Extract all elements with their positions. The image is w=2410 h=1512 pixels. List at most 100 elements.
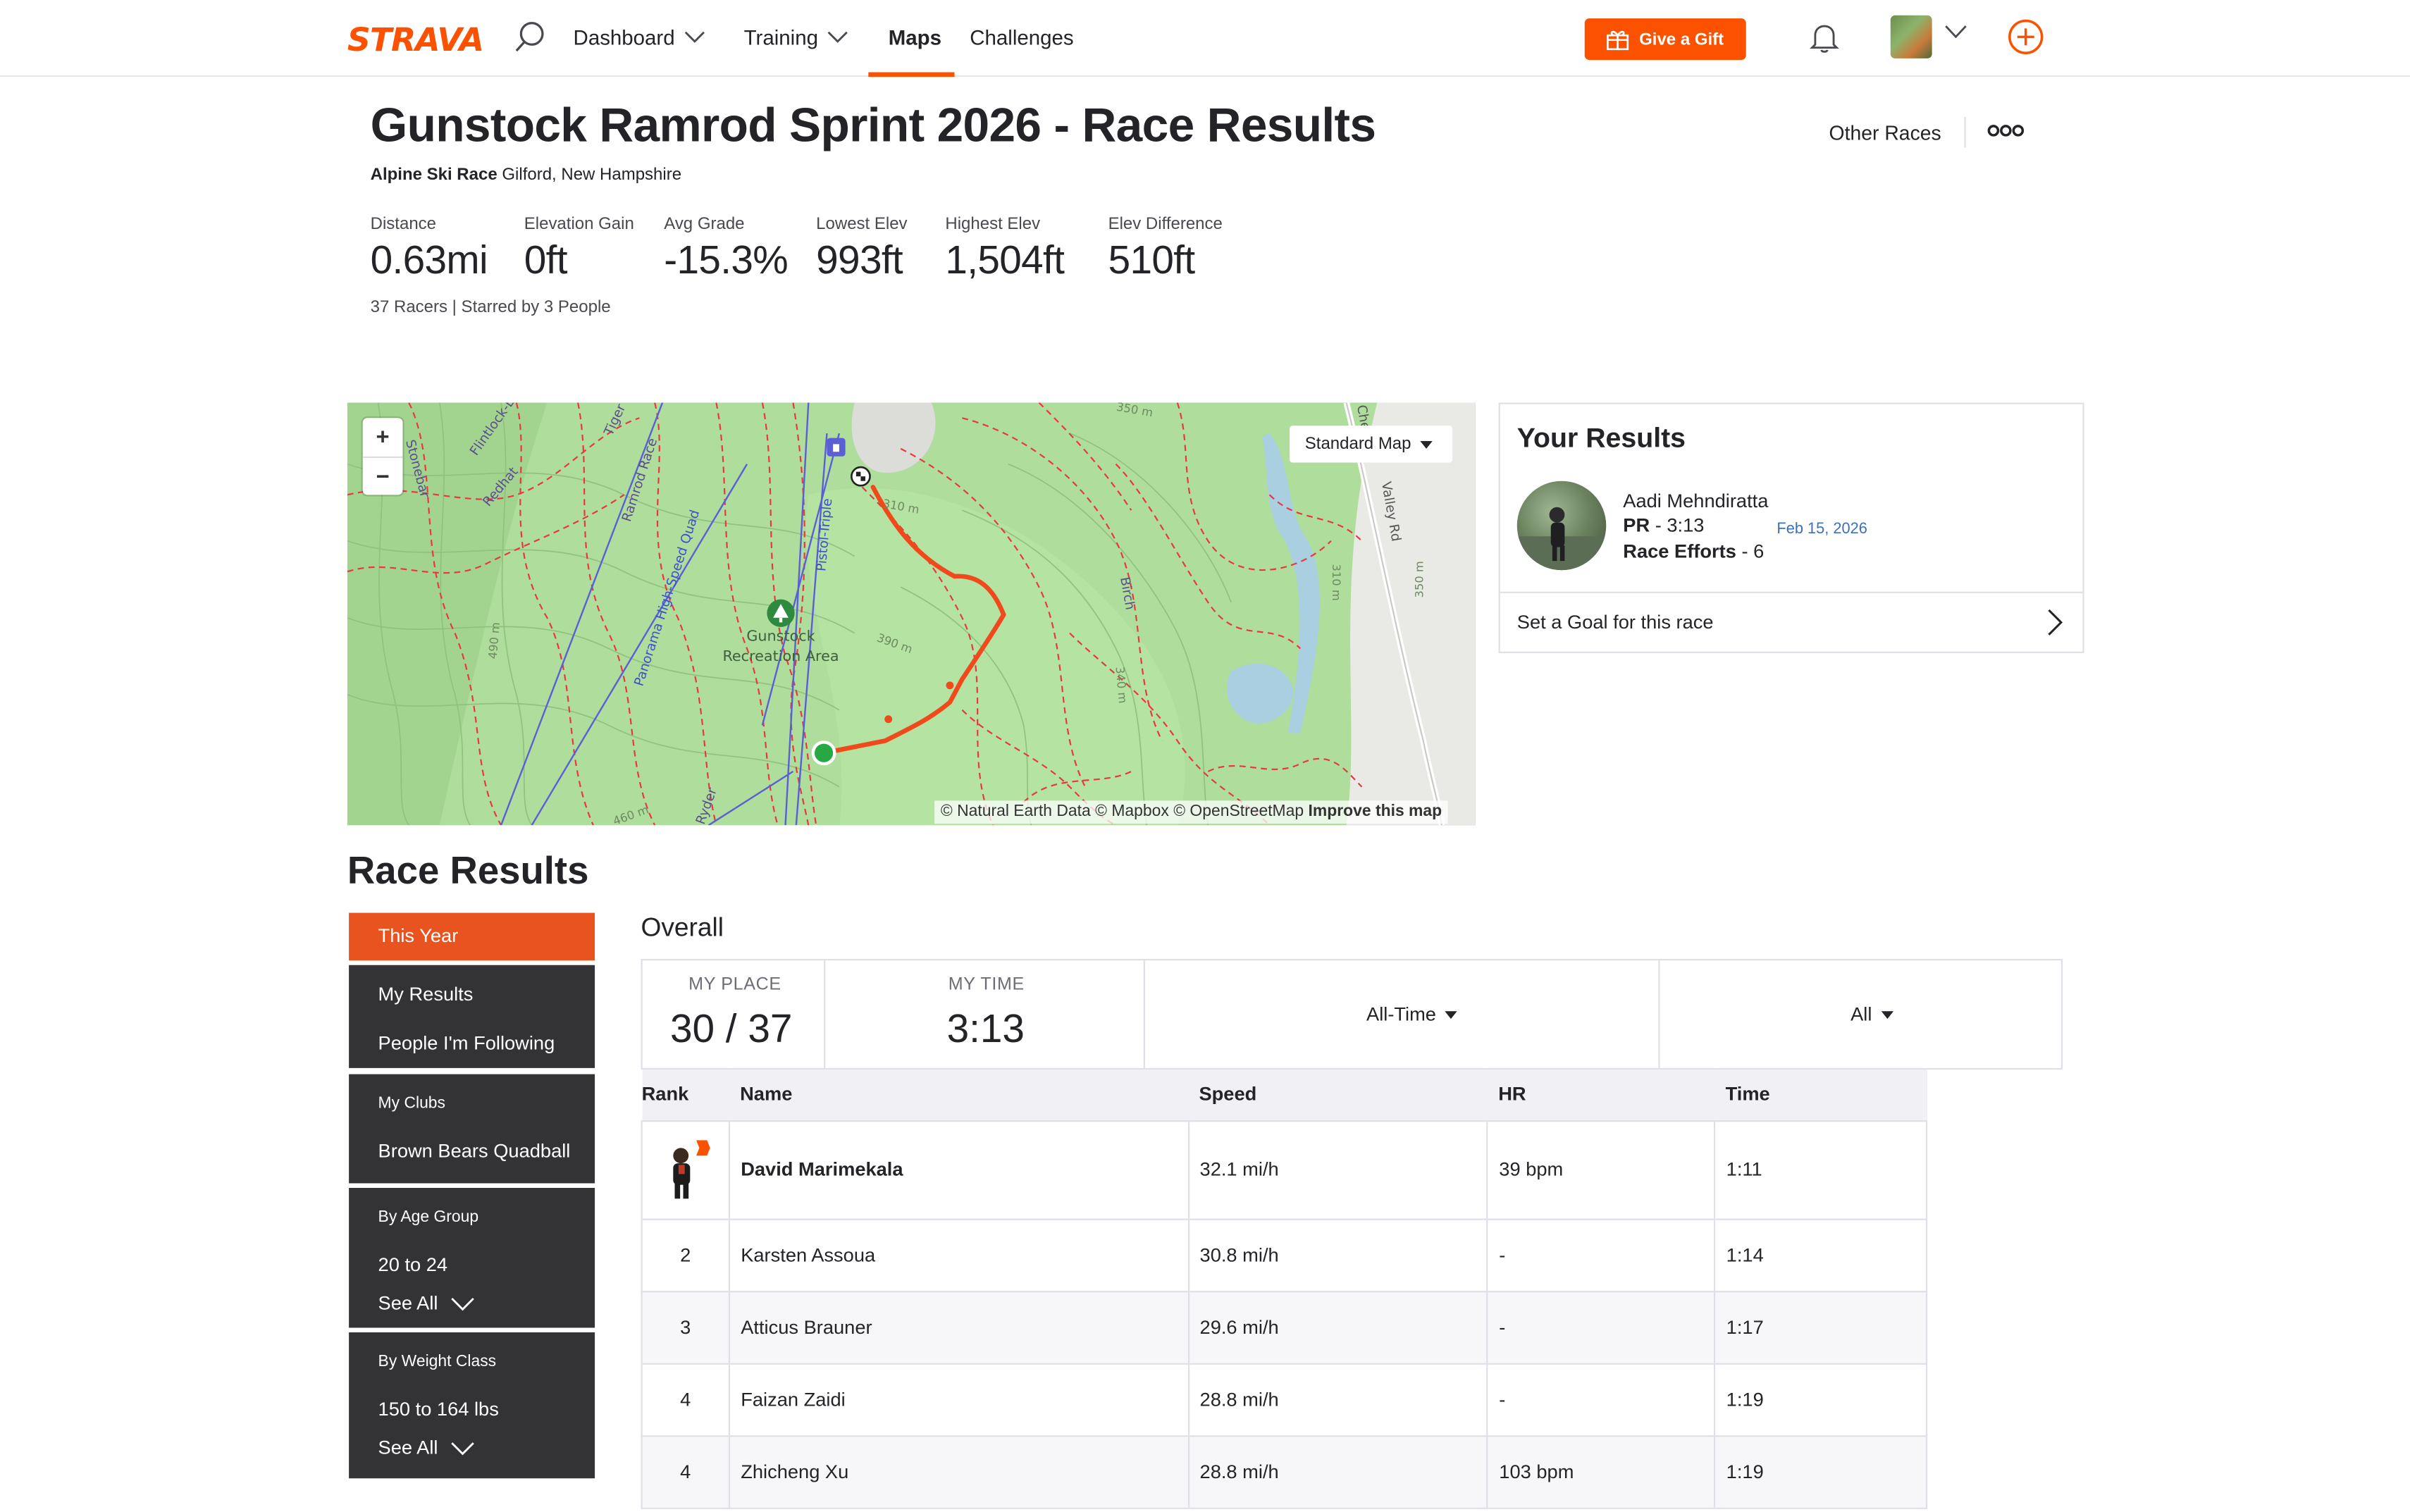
athlete-photo[interactable]: [1516, 481, 1607, 571]
plus-circle-icon[interactable]: [2008, 18, 2044, 55]
map-type-select[interactable]: Standard Map: [1289, 426, 1453, 463]
column-header-speed[interactable]: Speed: [1188, 1070, 1488, 1122]
stat-label: Avg Grade: [664, 215, 745, 234]
improve-map-link[interactable]: Improve this map: [1309, 803, 1442, 821]
nav-dashboard[interactable]: Dashboard: [574, 26, 706, 49]
winner-avatar[interactable]: [657, 1137, 713, 1202]
zoom-in-button[interactable]: +: [363, 418, 403, 457]
filter-age-group[interactable]: 20 to 24: [378, 1254, 448, 1276]
rank-cell: 3: [641, 1291, 729, 1364]
hr-cell: -: [1486, 1363, 1715, 1437]
filter-club[interactable]: Brown Bears Quadball: [378, 1140, 571, 1162]
clubs-header: My Clubs: [378, 1093, 446, 1113]
map-attribution: © Natural Earth Data © Mapbox © OpenStre…: [934, 800, 1448, 824]
filter-weight-class[interactable]: 150 to 164 lbs: [378, 1399, 499, 1420]
nav-challenges[interactable]: Challenges: [970, 26, 1073, 49]
table-row[interactable]: David Marimekala 32.1 mi/h 39 bpm 1:11: [641, 1120, 1928, 1220]
pr-value: - 3:13: [1650, 514, 1705, 537]
time-filter-dropdown[interactable]: All-Time: [1366, 1003, 1458, 1025]
strava-logo[interactable]: STRAVA: [347, 22, 484, 58]
weight-header: By Weight Class: [378, 1352, 497, 1371]
time-filter-cell: All-Time: [1145, 960, 1660, 1068]
bell-icon[interactable]: [1808, 20, 1841, 54]
filter-this-year[interactable]: This Year: [349, 912, 595, 961]
athlete-name-cell[interactable]: Karsten Assoua: [728, 1218, 1189, 1292]
search-icon[interactable]: [513, 20, 547, 54]
nav-dashboard-label: Dashboard: [573, 26, 675, 49]
filter-my-results[interactable]: My Results: [378, 984, 474, 1005]
athlete-photo-art: [1516, 507, 1607, 571]
stat-label: Highest Elev: [945, 215, 1041, 234]
divider: [1964, 116, 1966, 148]
gift-icon: [1607, 30, 1630, 50]
column-header-name[interactable]: Name: [729, 1070, 1189, 1122]
stat-label: Lowest Elev: [816, 215, 908, 234]
stat-value: 0.63mi: [370, 236, 488, 283]
table-row[interactable]: 3 Atticus Brauner 29.6 mi/h - 1:17: [641, 1291, 1928, 1364]
speed-cell: 28.8 mi/h: [1187, 1435, 1488, 1508]
chevron-right-icon[interactable]: [2047, 609, 2063, 636]
set-goal-link[interactable]: Set a Goal for this race: [1517, 612, 1714, 633]
chevron-down-icon: [828, 31, 848, 43]
time-cell[interactable]: 1:19: [1714, 1363, 1928, 1437]
pr-date-link[interactable]: Feb 15, 2026: [1776, 521, 1867, 538]
give-gift-label: Give a Gift: [1639, 30, 1724, 49]
filter-following[interactable]: People I'm Following: [378, 1033, 555, 1055]
age-see-all-button[interactable]: See All: [378, 1292, 475, 1314]
hr-cell: -: [1486, 1218, 1715, 1292]
more-icon[interactable]: [1987, 123, 2025, 138]
divider: [1500, 591, 2083, 593]
stat-value: 510ft: [1108, 236, 1196, 283]
column-header-hr[interactable]: HR: [1487, 1070, 1715, 1122]
efforts-label: Race Efforts: [1623, 540, 1736, 563]
athlete-name-cell[interactable]: David Marimekala: [728, 1120, 1189, 1220]
group-filter-cell: All: [1660, 960, 2061, 1068]
sidebar-group-weight: By Weight Class 150 to 164 lbs See All: [349, 1332, 595, 1479]
column-header-time[interactable]: Time: [1714, 1070, 1927, 1122]
athlete-name[interactable]: Aadi Mehndiratta: [1623, 490, 1768, 512]
give-gift-button[interactable]: Give a Gift: [1584, 18, 1746, 61]
time-cell[interactable]: 1:17: [1714, 1291, 1928, 1364]
efforts-value: - 6: [1736, 540, 1765, 563]
zoom-out-button[interactable]: −: [362, 456, 403, 495]
athlete-name-cell[interactable]: Atticus Brauner: [728, 1291, 1189, 1364]
weight-see-all-button[interactable]: See All: [378, 1437, 475, 1458]
athlete-name-cell[interactable]: Faizan Zaidi: [728, 1363, 1189, 1437]
table-row[interactable]: 4 Zhicheng Xu 28.8 mi/h 103 bpm 1:19: [641, 1435, 1928, 1508]
nav-maps[interactable]: Maps: [889, 26, 941, 49]
stat-value: -15.3%: [664, 236, 789, 283]
time-cell[interactable]: 1:11: [1714, 1120, 1928, 1220]
stat-distance: Distance 0.63mi: [371, 215, 488, 284]
tree-icon: [767, 599, 795, 627]
race-type: Alpine Ski Race: [370, 166, 498, 185]
race-subtitle: Alpine Ski Race Gilford, New Hampshire: [371, 166, 681, 185]
stat-value: 993ft: [816, 236, 903, 283]
user-avatar[interactable]: [1890, 15, 1932, 58]
map-contour-label: 350 m: [1413, 561, 1426, 597]
map-canvas[interactable]: Gunstock Recreation Area Flintlock-Ex St…: [347, 402, 1476, 826]
sidebar-group-clubs: My Clubs Brown Bears Quadball: [349, 1074, 595, 1184]
athlete-name-cell[interactable]: Zhicheng Xu: [728, 1435, 1189, 1508]
table-row[interactable]: 4 Faizan Zaidi 28.8 mi/h - 1:19: [641, 1363, 1928, 1437]
your-results-title: Your Results: [1516, 422, 1686, 454]
map-zoom-control: + −: [362, 418, 403, 495]
group-filter-dropdown[interactable]: All: [1850, 1003, 1893, 1025]
time-filter-label: All-Time: [1366, 1003, 1436, 1025]
map-label-poi2: Recreation Area: [722, 647, 839, 664]
racers-count: 37 Racers | Starred by 3 People: [370, 298, 611, 317]
nav-training[interactable]: Training: [744, 26, 849, 49]
chevron-down-icon: [684, 31, 705, 43]
speed-cell: 29.6 mi/h: [1187, 1291, 1488, 1364]
rank-cell: [641, 1120, 729, 1220]
column-header-rank[interactable]: Rank: [641, 1070, 729, 1122]
race-map[interactable]: Gunstock Recreation Area Flintlock-Ex St…: [347, 402, 1476, 826]
hr-cell: 103 bpm: [1486, 1435, 1715, 1508]
time-cell[interactable]: 1:14: [1714, 1218, 1928, 1292]
other-races-link[interactable]: Other Races: [1829, 121, 1941, 144]
chevron-down-icon: [451, 1296, 474, 1310]
chevron-down-icon[interactable]: [1944, 25, 1967, 40]
table-header-row: Rank Name Speed HR Time: [641, 1070, 1927, 1122]
table-row[interactable]: 2 Karsten Assoua 30.8 mi/h - 1:14: [641, 1218, 1928, 1292]
time-cell[interactable]: 1:19: [1714, 1435, 1928, 1508]
speed-cell: 28.8 mi/h: [1187, 1363, 1488, 1437]
